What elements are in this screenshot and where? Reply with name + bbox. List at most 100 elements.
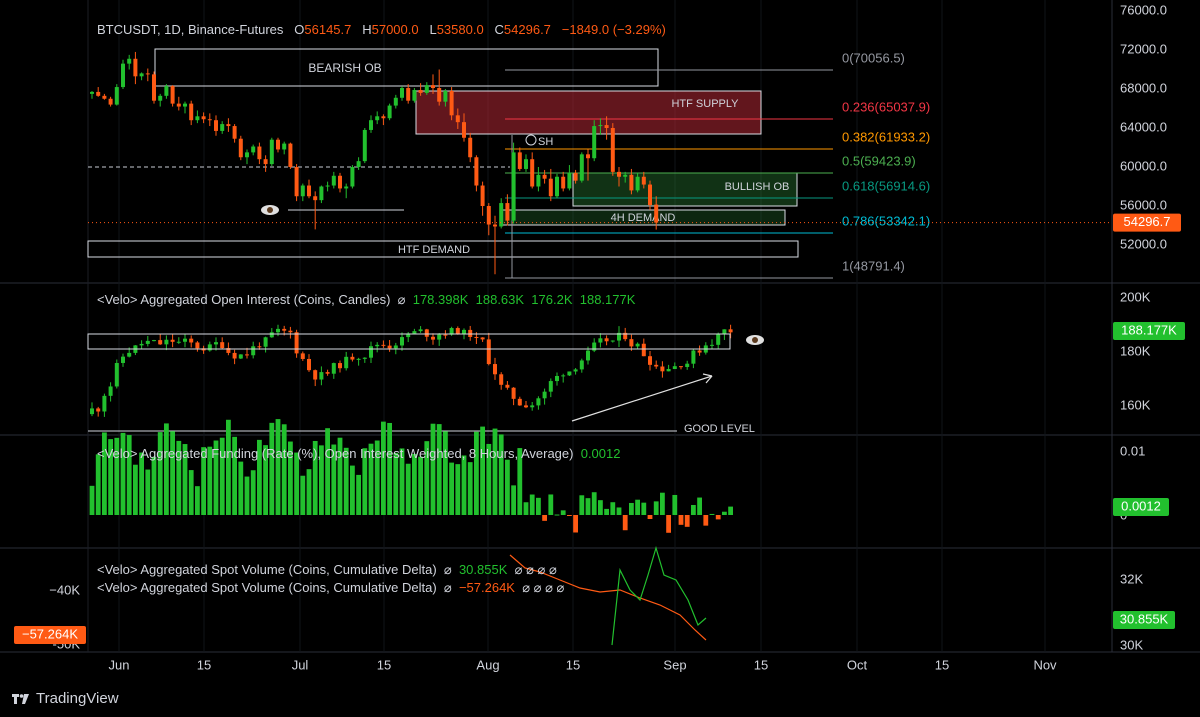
spot-header-1: <Velo> Aggregated Spot Volume (Coins, Cu… xyxy=(97,562,557,578)
price-candle-body xyxy=(189,103,194,121)
funding-header: <Velo> Aggregated Funding (Rate (%), Ope… xyxy=(97,446,620,461)
funding-title[interactable]: <Velo> Aggregated Funding (Rate (%), Ope… xyxy=(97,446,573,461)
oi-candle-body xyxy=(548,381,553,392)
funding-bar xyxy=(610,502,616,515)
price-candle-body xyxy=(375,116,380,121)
funding-bar xyxy=(598,500,603,515)
oi-candle-body xyxy=(654,364,659,367)
price-candle-body xyxy=(393,97,398,106)
time-label-2: Jul xyxy=(292,657,309,672)
price-candle-body xyxy=(542,174,547,179)
funding-bar xyxy=(672,494,678,515)
oi-candle-body xyxy=(220,342,225,349)
funding-bar xyxy=(269,422,275,515)
zone-bearish-ob xyxy=(154,48,659,87)
oi-candle-body xyxy=(598,338,603,343)
price-candle-body xyxy=(220,124,225,131)
funding-bar xyxy=(728,506,733,515)
symbol-label[interactable]: BTCUSDT, 1D, Binance-Futures xyxy=(97,22,283,37)
oi-title[interactable]: <Velo> Aggregated Open Interest (Coins, … xyxy=(97,292,390,307)
fib-label-5: 0.786(53342.1) xyxy=(842,213,930,228)
funding-bar xyxy=(505,459,510,515)
price-candle-body xyxy=(381,116,386,119)
funding-bar xyxy=(697,497,702,515)
price-candle-body xyxy=(232,126,237,139)
price-candle-body xyxy=(604,125,609,128)
funding-bar xyxy=(461,455,467,515)
current-price-tag: 54296.7 xyxy=(1124,214,1171,229)
oi-candle-body xyxy=(573,369,578,372)
oi-candle-body xyxy=(716,333,721,345)
chart-stage[interactable]: Jun 15 Jul 15 Aug 15 Sep 15 Oct 15 Nov 76000.0 72000… xyxy=(0,0,1200,717)
oi-candle-body xyxy=(561,375,566,377)
funding-bar xyxy=(616,507,622,515)
funding-bar xyxy=(703,515,709,526)
funding-bar xyxy=(294,452,299,515)
price-candle-body xyxy=(468,137,473,158)
oi-axis-label-2: 160K xyxy=(1120,397,1151,412)
price-candle-body xyxy=(269,139,274,165)
open-label: O xyxy=(294,22,305,37)
funding-axis-label-0: 0.01 xyxy=(1120,443,1145,458)
spot1-tail: ⌀ ⌀ ⌀ ⌀ xyxy=(514,562,557,577)
price-candle-body xyxy=(617,171,621,177)
oi-trend-arrow-line xyxy=(571,375,713,422)
oi-tag: 188.177K xyxy=(1121,322,1177,337)
price-axis-label-2: 68000.0 xyxy=(1120,80,1167,95)
price-candle-body xyxy=(158,95,163,101)
funding-bar xyxy=(412,453,417,515)
price-candle-body xyxy=(238,138,243,158)
oi-candle-body xyxy=(666,369,671,372)
spot1-title[interactable]: <Velo> Aggregated Spot Volume (Coins, Cu… xyxy=(97,562,437,577)
spot-axis-label-1: 30K xyxy=(1120,637,1143,652)
price-candle-body xyxy=(145,73,150,75)
time-label-4: Aug xyxy=(476,657,499,672)
funding-bar xyxy=(139,452,144,515)
price-candle-body xyxy=(102,95,107,99)
oi-candle-body xyxy=(505,384,510,388)
change-value: −1849.0 (−3.29%) xyxy=(561,22,666,37)
chart-canvas[interactable]: Jun 15 Jul 15 Aug 15 Sep 15 Oct 15 Nov 76000.0 72000… xyxy=(0,0,1200,717)
oi-candle-body xyxy=(567,371,572,376)
price-candle-body xyxy=(486,206,491,225)
funding-bar xyxy=(250,470,256,515)
oi-candle-body xyxy=(207,344,212,351)
price-axis-label-6: 52000.0 xyxy=(1120,236,1167,251)
oi-candle-body xyxy=(679,366,683,368)
fib-label-4: 0.618(56914.6) xyxy=(842,178,930,193)
oi-candle-body xyxy=(263,337,268,347)
funding-bar xyxy=(145,469,151,515)
spot2-title[interactable]: <Velo> Aggregated Spot Volume (Coins, Cu… xyxy=(97,580,437,595)
oi-candle-body xyxy=(176,341,181,343)
time-label-10: Nov xyxy=(1033,657,1057,672)
oi-candle-body xyxy=(579,360,584,370)
funding-bar xyxy=(244,476,250,515)
oi-candle-body xyxy=(232,352,237,359)
oi-candle-body xyxy=(455,328,460,335)
oi-candle-body xyxy=(393,345,398,349)
oi-axis-label-1: 180K xyxy=(1120,343,1151,358)
oi-candle-body xyxy=(375,344,380,347)
price-candle-body xyxy=(90,91,94,94)
time-label-0: Jun xyxy=(109,657,130,672)
oi-candle-body xyxy=(362,357,367,359)
tradingview-watermark[interactable]: TradingView xyxy=(12,690,119,707)
funding-bar xyxy=(691,504,696,515)
funding-bar xyxy=(641,502,647,515)
funding-bar xyxy=(635,499,640,515)
oi-candle-body xyxy=(486,339,491,365)
price-candle-body xyxy=(325,185,330,187)
spot-axis-label-0: 32K xyxy=(1120,571,1143,586)
price-candle-body xyxy=(127,58,132,64)
price-candle-body xyxy=(536,174,541,187)
price-candle-body xyxy=(362,129,367,162)
oi-candle-body xyxy=(511,387,516,399)
funding-bar xyxy=(281,424,287,515)
low-value: 53580.0 xyxy=(436,22,484,37)
funding-bar xyxy=(443,431,448,515)
spot-header-2: <Velo> Aggregated Spot Volume (Coins, Cu… xyxy=(97,580,564,596)
price-candle-body xyxy=(455,115,460,123)
oi-candle-body xyxy=(145,340,150,344)
oi-candle-body xyxy=(90,408,94,415)
funding-value: 0.0012 xyxy=(580,446,621,461)
